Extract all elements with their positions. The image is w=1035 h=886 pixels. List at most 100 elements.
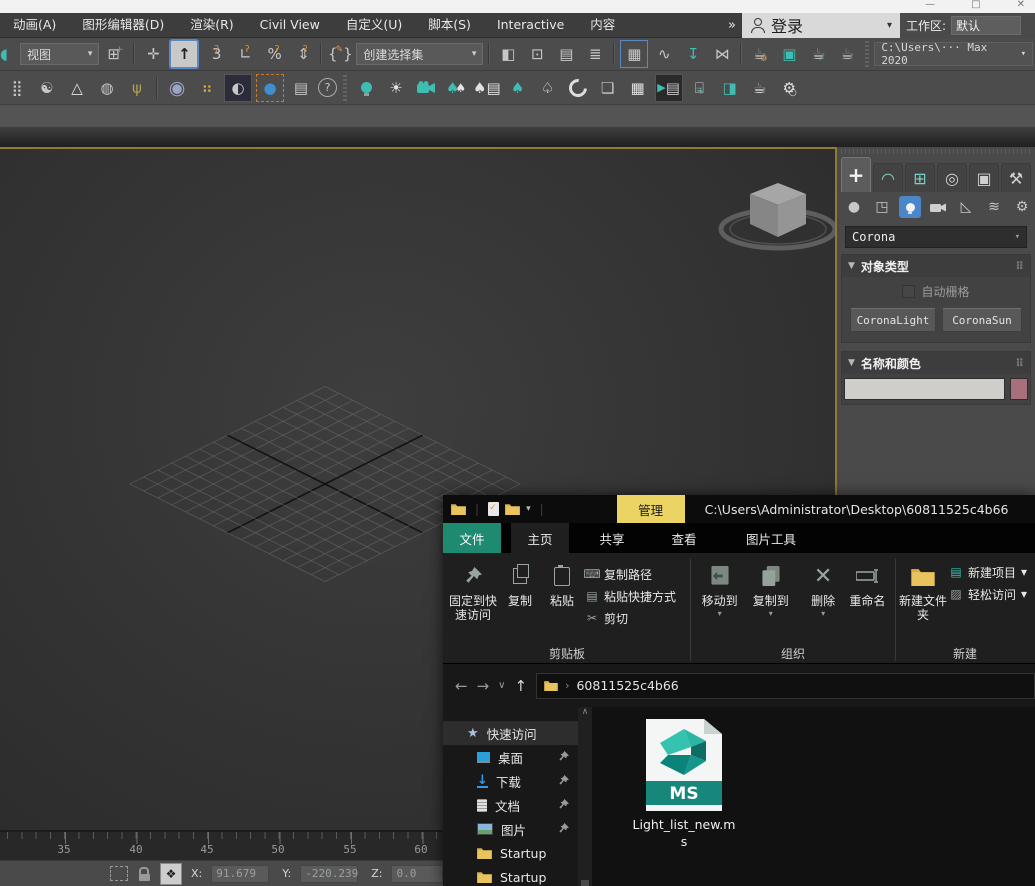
axis-tripod-icon[interactable]: △: [64, 75, 90, 101]
menu-scripting[interactable]: 脚本(S): [415, 13, 484, 37]
menu-civil-view[interactable]: Civil View: [247, 13, 333, 37]
project-folder-dropdown[interactable]: C:\Users\··· Max 2020▾: [874, 42, 1033, 66]
forest-icon[interactable]: ♠♠: [443, 75, 469, 101]
sun-icon[interactable]: ☀: [383, 75, 409, 101]
tab-modify[interactable]: ◠: [873, 163, 903, 192]
panel-grip[interactable]: [841, 149, 1031, 154]
tab-share[interactable]: 共享: [583, 523, 641, 553]
file-name[interactable]: Light_list_new.ms: [632, 817, 736, 851]
signin-button[interactable]: 登录 ▾: [742, 13, 900, 38]
render-region-icon[interactable]: ●: [256, 74, 284, 102]
copy-button[interactable]: 复制: [499, 557, 541, 608]
sidebar-item-pictures[interactable]: 图片: [443, 817, 578, 841]
tree-page-icon[interactable]: ♤: [535, 75, 561, 101]
sidebar-item-startup[interactable]: Startup: [443, 841, 578, 865]
toolbox-icon[interactable]: ▤: [553, 41, 579, 67]
absolute-mode-icon[interactable]: ❖: [160, 863, 182, 885]
signin-dropdown-icon[interactable]: ▾: [887, 20, 892, 31]
maximize-icon[interactable]: □: [971, 0, 980, 10]
x-coordinate-field[interactable]: 91.679: [211, 865, 269, 883]
layered-images-icon[interactable]: ❏: [595, 75, 621, 101]
pin-quick-access-button[interactable]: 固定到快速访问: [447, 557, 499, 623]
select-and-link-icon[interactable]: ⊞+: [102, 41, 128, 67]
menu-rendering[interactable]: 渲染(R): [177, 13, 246, 37]
drag-dots-icon[interactable]: ⠿: [1015, 260, 1024, 273]
schematic-view-icon[interactable]: ⋈: [709, 41, 735, 67]
helpers-icon[interactable]: ◺: [955, 196, 977, 218]
sidebar-item-documents[interactable]: 文档: [443, 793, 578, 817]
tab-hierarchy[interactable]: ⊞: [905, 163, 935, 192]
properties-check-icon[interactable]: [488, 502, 499, 516]
sidebar-item-startup-2[interactable]: Startup: [443, 865, 578, 886]
render-setup-icon[interactable]: ☕⚙: [747, 41, 773, 67]
shapes-icon[interactable]: ◳: [871, 196, 893, 218]
quick-access-header[interactable]: ★ 快速访问: [443, 721, 578, 745]
file-item[interactable]: MS Light_list_new.ms: [630, 719, 738, 851]
workspace-dropdown[interactable]: 默认: [951, 16, 1021, 35]
breadcrumb[interactable]: 60811525c4b66: [576, 678, 678, 693]
render-setup-dialog-icon[interactable]: ◐: [224, 74, 252, 102]
teapot-outline-icon[interactable]: ☕: [747, 75, 773, 101]
color-balls-icon[interactable]: ⠶: [194, 75, 220, 101]
video-player-icon[interactable]: ▶▤: [655, 74, 683, 102]
mirror-icon[interactable]: ◧: [495, 41, 521, 67]
array-icon[interactable]: ⣿: [4, 75, 30, 101]
menu-animation[interactable]: 动画(A): [0, 13, 69, 37]
paste-shortcut-button[interactable]: ▤粘贴快捷方式: [585, 587, 676, 605]
paste-button[interactable]: 粘贴: [541, 557, 583, 608]
close-icon[interactable]: ✕: [1017, 0, 1025, 10]
menu-overflow-chevron[interactable]: »: [722, 18, 742, 33]
recent-locations-icon[interactable]: ∨: [498, 680, 505, 691]
spinner-snap-icon[interactable]: ⇕ʔ: [289, 41, 315, 67]
menu-interactive[interactable]: Interactive: [484, 13, 577, 37]
address-bar[interactable]: › 60811525c4b66: [536, 673, 1035, 699]
help-icon[interactable]: ?: [318, 78, 337, 97]
tab-home[interactable]: 主页: [511, 523, 569, 553]
light-icon[interactable]: [353, 75, 379, 101]
space-warps-icon[interactable]: ≋: [983, 196, 1005, 218]
select-and-move-icon[interactable]: ✛: [140, 41, 166, 67]
z-coordinate-field[interactable]: 0.0: [391, 865, 443, 883]
named-selection-dropdown[interactable]: 创建选择集▾: [356, 43, 483, 65]
easy-access-button[interactable]: ▨轻松访问▾: [949, 585, 1027, 603]
sidebar-scrollbar[interactable]: ∧: [578, 707, 592, 886]
object-color-swatch[interactable]: [1010, 378, 1028, 400]
cameras-icon[interactable]: [927, 196, 949, 218]
y-coordinate-field[interactable]: -220.239: [300, 865, 358, 883]
scroll-up-icon[interactable]: ∧: [582, 707, 589, 717]
menu-customize[interactable]: 自定义(U): [333, 13, 415, 37]
new-item-button[interactable]: ▤新建项目▾: [949, 563, 1027, 581]
minimize-icon[interactable]: —: [925, 0, 935, 10]
sidebar-item-desktop[interactable]: 桌面: [443, 745, 578, 769]
object-name-field[interactable]: [844, 378, 1005, 400]
percent-snap-icon[interactable]: %ʔ: [260, 41, 286, 67]
delete-button[interactable]: ✕ 删除▾: [803, 557, 842, 616]
tab-create[interactable]: +: [841, 157, 871, 192]
folder-icon[interactable]: [451, 503, 466, 515]
rendered-frame-window-icon[interactable]: ▣: [776, 41, 802, 67]
edit-named-selection-icon[interactable]: {✎}: [327, 41, 353, 67]
quad-viewport-icon[interactable]: ▦: [625, 75, 651, 101]
angle-snap-icon[interactable]: ∟ʔ: [231, 41, 257, 67]
file-list[interactable]: MS Light_list_new.ms: [592, 707, 1035, 886]
material-editor-icon[interactable]: ◉: [164, 75, 190, 101]
object-type-header[interactable]: ▼ 对象类型 ⠿: [842, 255, 1030, 277]
tab-file[interactable]: 文件: [443, 523, 501, 553]
copy-to-button[interactable]: 复制到▾: [745, 557, 796, 616]
manage-ribbon-tab[interactable]: 管理: [617, 495, 685, 523]
tab-motion[interactable]: ◎: [937, 163, 967, 192]
corona-logo-icon[interactable]: [565, 75, 591, 101]
tree-scatter-icon[interactable]: ♠: [505, 75, 531, 101]
qat-customize-icon[interactable]: ▾: [526, 504, 531, 514]
script-listener-icon[interactable]: ▤: [288, 75, 314, 101]
layer-manager-icon[interactable]: ≣: [582, 41, 608, 67]
dope-sheet-icon[interactable]: ∿: [651, 41, 677, 67]
bulb-gear-icon[interactable]: ⚙○: [777, 75, 803, 101]
import-icon[interactable]: ↧: [680, 41, 706, 67]
lights-icon[interactable]: [899, 196, 921, 218]
new-folder-qat-icon[interactable]: [505, 503, 520, 515]
align-icon[interactable]: ⊡: [524, 41, 550, 67]
selection-region-icon[interactable]: [110, 866, 128, 881]
render-iterative-icon[interactable]: ☕: [834, 41, 860, 67]
camera-icon[interactable]: [413, 75, 439, 101]
